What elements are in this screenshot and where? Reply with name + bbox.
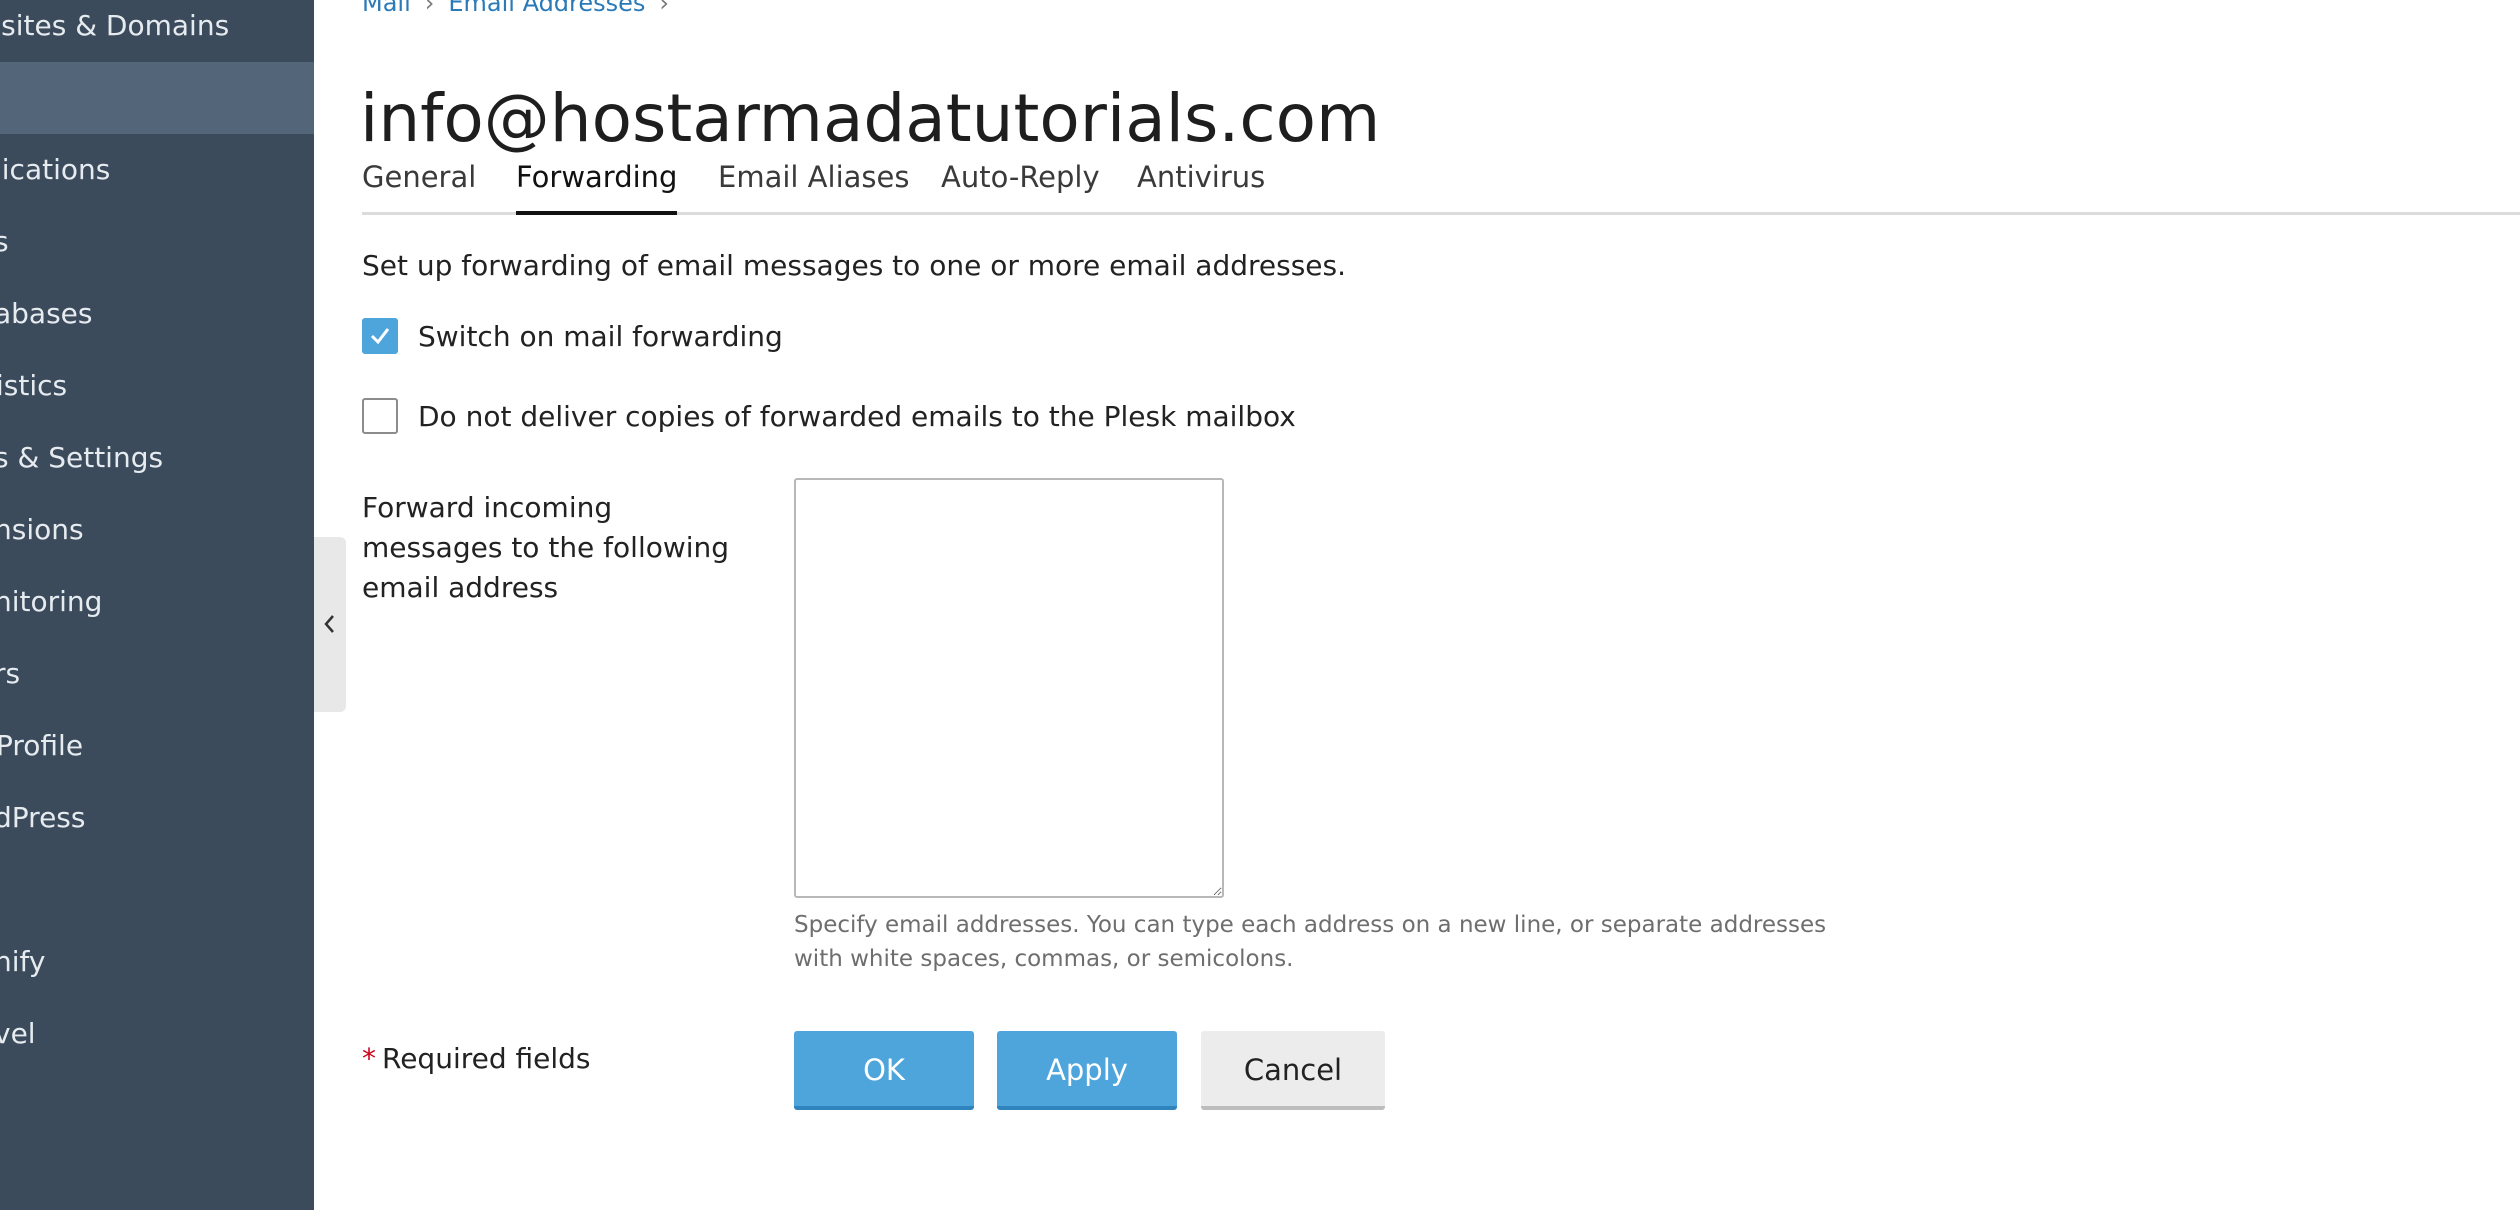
sidebar-item-label: istics (0, 369, 68, 402)
required-fields-note: * Required fields (362, 1042, 591, 1075)
sidebar-item-label: rs (0, 657, 21, 690)
sidebar-item-extensions[interactable]: nsions (0, 494, 314, 566)
sidebar-item-label: lications (0, 153, 111, 186)
sidebar-item-databases[interactable]: abases (0, 278, 314, 350)
forward-addresses-textarea[interactable] (794, 478, 1224, 898)
sidebar-item-websites-domains[interactable]: osites & Domains (0, 0, 314, 62)
sidebar-item-wordpress[interactable]: dPress (0, 782, 314, 854)
chevron-right-icon: › (424, 0, 435, 17)
forwarding-description: Set up forwarding of email messages to o… (362, 249, 1347, 282)
page-title: info@hostarmadatutorials.com (360, 80, 1381, 158)
sidebar-item-monitoring[interactable]: nitoring (0, 566, 314, 638)
sidebar-item-label: s & Settings (0, 441, 164, 474)
no-copies-label: Do not deliver copies of forwarded email… (418, 400, 1296, 433)
sidebar-item-label: abases (0, 297, 93, 330)
sidebar-item-label: Profile (0, 729, 84, 762)
tab-forwarding[interactable]: Forwarding (516, 160, 678, 215)
sidebar-item-applications[interactable]: lications (0, 134, 314, 206)
tab-general[interactable]: General (362, 160, 476, 212)
sidebar-item-label: nitoring (0, 585, 103, 618)
required-fields-text: Required fields (382, 1042, 591, 1075)
forward-addresses-label: Forward incoming messages to the followi… (362, 491, 730, 604)
checkmark-icon (370, 328, 390, 345)
breadcrumb: Mail › Email Addresses › (362, 0, 683, 17)
ok-button[interactable]: OK (794, 1031, 974, 1110)
sidebar-item-imunify[interactable]: nify (0, 926, 314, 998)
no-copies-checkbox[interactable] (362, 398, 398, 434)
sidebar-item-label: dPress (0, 801, 86, 834)
sidebar-navigation: osites & Domains lications s abases isti… (0, 0, 314, 1210)
apply-button[interactable]: Apply (997, 1031, 1177, 1110)
sidebar-collapse-handle[interactable] (314, 537, 346, 712)
tab-antivirus[interactable]: Antivirus (1137, 160, 1265, 212)
required-star: * (362, 1042, 376, 1075)
sidebar-item-label: nify (0, 945, 46, 978)
tab-bar: General Forwarding Email Aliases Auto-Re… (362, 160, 2520, 215)
cancel-button[interactable]: Cancel (1201, 1031, 1385, 1110)
switch-forwarding-label: Switch on mail forwarding (418, 320, 783, 353)
chevron-right-icon: › (659, 0, 670, 17)
sidebar-item-users[interactable]: rs (0, 638, 314, 710)
sidebar-item-laravel[interactable]: vel (0, 998, 314, 1070)
switch-forwarding-checkbox[interactable] (362, 318, 398, 354)
sidebar-item-my-profile[interactable]: Profile (0, 710, 314, 782)
sidebar-item-files[interactable]: s (0, 206, 314, 278)
chevron-left-icon (324, 615, 334, 633)
forward-addresses-hint: Specify email addresses. You can type ea… (794, 912, 1827, 972)
breadcrumb-link-email-addresses[interactable]: Email Addresses (448, 0, 645, 17)
sidebar-item-tools-settings[interactable]: s & Settings (0, 422, 314, 494)
tab-email-aliases[interactable]: Email Aliases (718, 160, 909, 212)
sidebar-item-label: vel (0, 1017, 36, 1050)
breadcrumb-link-mail[interactable]: Mail (362, 0, 411, 17)
sidebar-item-label: osites & Domains (0, 9, 230, 42)
tab-auto-reply[interactable]: Auto-Reply (941, 160, 1100, 212)
sidebar-item-label: nsions (0, 513, 84, 546)
sidebar-item-label: s (0, 225, 9, 258)
sidebar-item-statistics[interactable]: istics (0, 350, 314, 422)
sidebar-item-mail[interactable] (0, 62, 314, 134)
